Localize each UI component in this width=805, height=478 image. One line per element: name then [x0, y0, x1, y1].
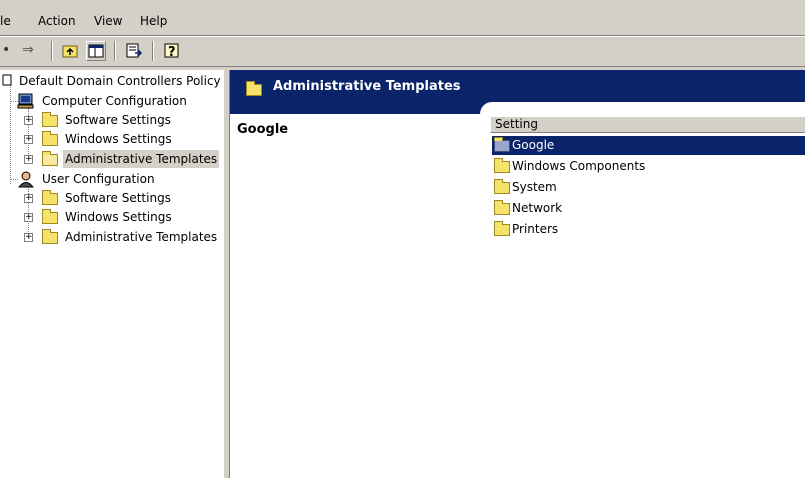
expand-plus-icon[interactable]: +: [24, 194, 33, 203]
toolbar-separator: [51, 41, 53, 61]
folder-icon: [42, 190, 58, 205]
tree-label: Software Settings: [65, 113, 171, 127]
expand-plus-icon[interactable]: +: [24, 155, 33, 164]
tree-label: Administrative Templates: [63, 150, 220, 168]
toolbar-separator: [152, 41, 154, 61]
column-header-setting[interactable]: Setting: [490, 116, 805, 133]
tree-label: Windows Settings: [65, 210, 172, 224]
banner-title: Administrative Templates: [273, 79, 461, 94]
list-item-label: System: [512, 180, 557, 194]
folder-icon: [42, 112, 58, 127]
selected-node-title: Google: [237, 122, 289, 137]
tree-label: Default Domain Controllers Policy [: [19, 74, 223, 88]
list-item-label: Windows Components: [512, 159, 646, 173]
pane-splitter[interactable]: [223, 70, 230, 478]
menu-view[interactable]: View: [94, 14, 122, 28]
toolbar-separator: [114, 41, 116, 61]
list-item-google[interactable]: Google: [492, 136, 805, 155]
tree-item-uc-software-settings[interactable]: + Software Settings: [0, 189, 223, 207]
policy-icon: [2, 74, 12, 86]
tree-item-uc-administrative-templates[interactable]: + Administrative Templates: [0, 228, 223, 246]
folder-icon: [494, 200, 510, 215]
folder-icon: [42, 229, 58, 244]
menu-action[interactable]: Action: [38, 14, 76, 28]
up-one-level-button[interactable]: [60, 41, 80, 61]
export-list-icon: [126, 43, 143, 58]
banner-tab-curve: [480, 102, 805, 114]
export-list-button[interactable]: [124, 41, 144, 61]
tree-item-cc-software-settings[interactable]: + Software Settings: [0, 111, 223, 129]
menu-bar: le Action View Help: [0, 0, 805, 36]
menu-file[interactable]: le: [0, 14, 11, 28]
tree-label: User Configuration: [42, 172, 155, 186]
expand-plus-icon[interactable]: +: [24, 135, 33, 144]
details-pane: Administrative Templates Google Setting …: [230, 70, 805, 478]
folder-icon: [494, 158, 510, 173]
folder-icon: [494, 137, 510, 152]
list-item-label: Network: [512, 201, 563, 215]
tree-label: Computer Configuration: [42, 94, 187, 108]
open-folder-icon: [42, 151, 58, 166]
expand-plus-icon[interactable]: +: [24, 233, 33, 242]
folder-icon: [42, 131, 58, 146]
details-banner: Administrative Templates: [230, 70, 805, 114]
tree-item-cc-windows-settings[interactable]: + Windows Settings: [0, 130, 223, 148]
console-tree: Default Domain Controllers Policy [ Comp…: [0, 70, 223, 478]
tree-item-uc-windows-settings[interactable]: + Windows Settings: [0, 208, 223, 226]
show-hide-tree-button[interactable]: [86, 41, 106, 61]
folder-icon: [494, 221, 510, 236]
toolbar-bottom-border: [0, 66, 805, 67]
forward-arrow-icon[interactable]: ⇒: [22, 42, 34, 58]
console-tree-icon: [88, 44, 104, 58]
user-icon: [17, 171, 35, 188]
expand-plus-icon[interactable]: +: [24, 116, 33, 125]
help-icon: ?: [164, 43, 179, 60]
menu-help[interactable]: Help: [140, 14, 167, 28]
toolbar: • ⇒ ?: [0, 37, 805, 65]
svg-text:?: ?: [168, 45, 176, 60]
folder-icon: [246, 81, 262, 96]
help-button[interactable]: ?: [162, 41, 182, 61]
back-arrow-icon[interactable]: •: [2, 42, 10, 58]
tree-item-cc-administrative-templates[interactable]: + Administrative Templates: [0, 150, 223, 168]
tree-label: Windows Settings: [65, 132, 172, 146]
expand-plus-icon[interactable]: +: [24, 213, 33, 222]
up-folder-icon: [62, 45, 78, 58]
list-item-label: Google: [512, 138, 555, 152]
list-item-label: Printers: [512, 222, 559, 236]
folder-icon: [494, 179, 510, 194]
folder-icon: [42, 209, 58, 224]
tree-label: Software Settings: [65, 191, 171, 205]
tree-label: Administrative Templates: [65, 230, 218, 244]
computer-icon: [17, 93, 34, 109]
